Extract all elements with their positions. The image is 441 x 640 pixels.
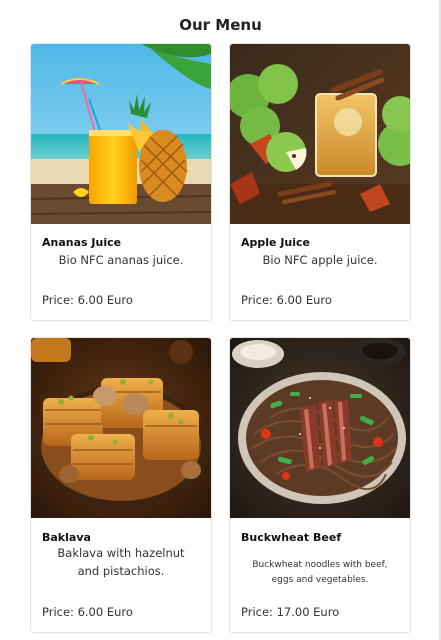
menu-item-description: Bio NFC apple juice. (262, 253, 378, 267)
menu-card-apple-juice[interactable]: Apple Juice Bio NFC apple juice. Price: … (229, 43, 411, 321)
menu-card-ananas-juice[interactable]: Ananas Juice Bio NFC ananas juice. Price… (30, 43, 212, 321)
menu-item-name: Buckwheat Beef (241, 531, 342, 544)
menu-card-buckwheat-beef[interactable]: Buckwheat Beef Buckwheat noodles with be… (229, 337, 411, 633)
menu-item-name: Apple Juice (241, 236, 310, 249)
menu-item-name: Baklava (42, 531, 91, 544)
menu-item-description: Bio NFC ananas juice. (58, 253, 184, 267)
buckwheat-beef-image (230, 338, 410, 518)
menu-item-description: Buckwheat noodles with beef, eggs and ve… (252, 560, 388, 585)
apple-juice-image (230, 44, 410, 224)
menu-item-price: Price: 6.00 Euro (241, 293, 332, 307)
menu-item-name: Ananas Juice (42, 236, 122, 249)
menu-item-description: Baklava with hazelnut and pistachios. (57, 546, 185, 578)
menu-card-baklava[interactable]: Baklava Baklava with hazelnut and pistac… (30, 337, 212, 633)
menu-item-price: Price: 6.00 Euro (42, 293, 133, 307)
pineapple-juice-image (31, 44, 211, 224)
menu-item-price: Price: 17.00 Euro (241, 605, 340, 619)
baklava-image (31, 338, 211, 518)
menu-item-price: Price: 6.00 Euro (42, 605, 133, 619)
page-title: Our Menu (179, 16, 262, 34)
